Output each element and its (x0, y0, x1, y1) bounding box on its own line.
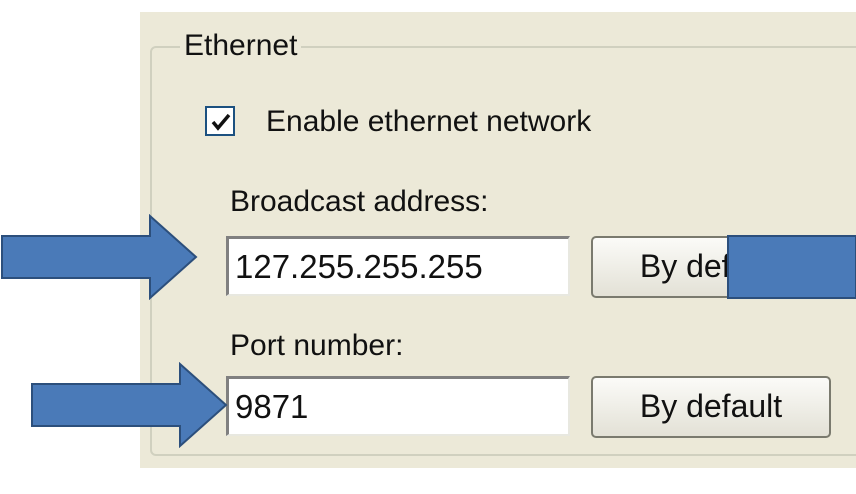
enable-ethernet-label[interactable]: Enable ethernet network (266, 104, 591, 140)
broadcast-address-label: Broadcast address: (230, 185, 489, 218)
port-default-button[interactable]: By default (591, 376, 831, 438)
groupbox-title: Ethernet (180, 28, 302, 64)
broadcast-address-input[interactable] (226, 236, 570, 296)
port-number-label: Port number: (230, 329, 404, 362)
port-number-input[interactable] (226, 376, 570, 436)
enable-ethernet-checkbox[interactable] (205, 106, 235, 136)
annotation-arrow-port (31, 362, 228, 448)
annotation-arrow-broadcast (1, 214, 198, 300)
annotation-block (727, 235, 856, 299)
checkmark-icon (211, 113, 231, 131)
